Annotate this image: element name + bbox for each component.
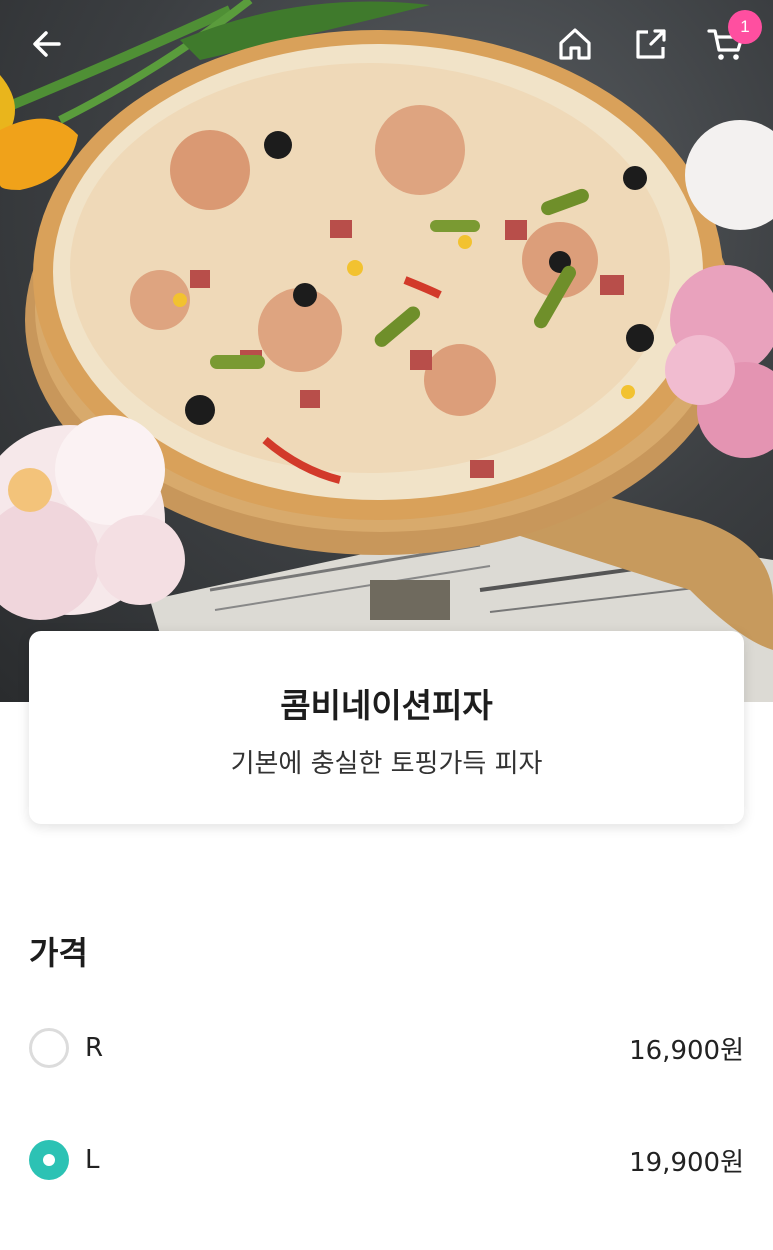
cart-count-badge: 1 — [728, 10, 762, 44]
product-hero-image: 1 — [0, 0, 773, 702]
share-icon — [636, 29, 666, 59]
price-option-l[interactable]: L 19,900원 — [29, 1136, 744, 1184]
option-label: R — [85, 1033, 104, 1063]
price-section-title: 가격 — [29, 934, 88, 972]
home-icon — [559, 28, 591, 60]
cart-button[interactable]: 1 — [704, 10, 762, 66]
product-name: 콤비네이션피자 — [280, 686, 493, 725]
back-arrow-icon — [33, 31, 61, 57]
radio-button-r[interactable] — [29, 1028, 69, 1068]
option-price: 16,900원 — [629, 1035, 744, 1066]
product-description: 기본에 충실한 토핑가득 피자 — [230, 749, 543, 779]
share-button[interactable] — [629, 22, 673, 66]
home-button[interactable] — [553, 22, 597, 66]
option-label: L — [85, 1145, 100, 1175]
back-button[interactable] — [25, 22, 69, 66]
pizza-photo — [0, 0, 773, 702]
price-option-r[interactable]: R 16,900원 — [29, 1024, 744, 1072]
option-price: 19,900원 — [629, 1147, 744, 1178]
product-info-card: 콤비네이션피자 기본에 충실한 토핑가득 피자 — [29, 631, 744, 824]
top-navigation-bar: 1 — [0, 0, 773, 90]
radio-button-l[interactable] — [29, 1140, 69, 1180]
